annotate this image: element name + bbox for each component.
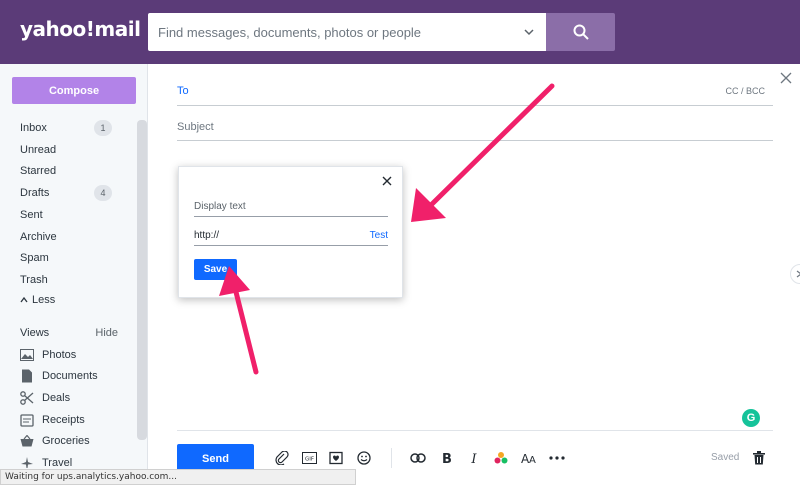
sidebar-item-label: Drafts [20, 187, 50, 199]
plane-icon [21, 457, 33, 468]
view-label: Groceries [42, 435, 90, 447]
sidebar-item-label: Trash [20, 274, 48, 286]
search-icon [573, 24, 589, 40]
less-label: Less [32, 294, 56, 306]
text-color-icon[interactable] [493, 450, 509, 466]
sidebar-item-label: Unread [20, 144, 57, 156]
more-options-icon[interactable] [549, 450, 565, 466]
chevron-right-icon [796, 270, 800, 278]
svg-text:B: B [442, 452, 452, 465]
font-size-icon[interactable]: AA [521, 450, 537, 466]
basket-icon [20, 435, 34, 447]
sidebar-item-drafts[interactable]: Drafts 4 [20, 183, 116, 203]
sidebar-view-groceries[interactable]: Groceries [20, 431, 130, 451]
chevron-up-icon [20, 296, 28, 303]
toolbar-separator [391, 448, 392, 468]
sidebar-item-starred[interactable]: Starred [20, 161, 116, 181]
sidebar-item-sent[interactable]: Sent [20, 205, 116, 225]
top-header: yahoo!mail [0, 0, 800, 64]
photo-icon [20, 349, 34, 361]
sidebar-item-label: Sent [20, 209, 43, 221]
sidebar-view-receipts[interactable]: Receipts [20, 410, 130, 430]
views-label: Views [20, 327, 50, 339]
view-label: Photos [42, 349, 77, 361]
browser-status-bar: Waiting for ups.analytics.yahoo.com... [0, 469, 356, 485]
sidebar-item-archive[interactable]: Archive [20, 227, 116, 247]
search-input[interactable] [148, 13, 518, 51]
scissors-icon [20, 391, 34, 405]
view-label: Documents [42, 370, 98, 382]
save-link-button[interactable]: Save [194, 259, 237, 280]
trash-icon[interactable] [751, 450, 767, 466]
sidebar-item-trash[interactable]: Trash [20, 270, 116, 290]
sidebar-view-photos[interactable]: Photos [20, 345, 130, 365]
view-label: Deals [42, 392, 71, 404]
document-icon [22, 369, 32, 383]
view-label: Receipts [42, 414, 85, 426]
to-field[interactable]: To CC / BCC [177, 82, 773, 106]
unread-count-badge: 1 [94, 120, 112, 136]
bold-icon[interactable]: B [439, 450, 455, 466]
search-box [148, 13, 546, 51]
to-label: To [177, 85, 189, 97]
emoji-icon[interactable] [356, 450, 372, 466]
grammarly-icon[interactable]: G [742, 409, 760, 427]
chevron-down-icon[interactable] [522, 25, 536, 39]
sidebar-item-spam[interactable]: Spam [20, 248, 116, 268]
gif-icon[interactable]: GIF [301, 450, 317, 466]
cc-bcc-toggle[interactable]: CC / BCC [725, 86, 765, 96]
views-hide-link[interactable]: Hide [95, 327, 118, 339]
yahoo-mail-window: yahoo!mail Compose Inbox 1 Unread Starre… [0, 0, 800, 485]
test-link-button[interactable]: Test [370, 230, 388, 241]
sidebar-scrollbar[interactable] [137, 120, 147, 440]
url-input[interactable]: http:// Test [194, 226, 388, 246]
sidebar-view-documents[interactable]: Documents [20, 366, 130, 386]
sidebar-item-inbox[interactable]: Inbox 1 [20, 118, 116, 138]
views-header: Views Hide [20, 327, 118, 339]
attach-icon[interactable] [274, 450, 290, 466]
url-value: http:// [194, 230, 220, 241]
sidebar-item-label: Starred [20, 165, 57, 177]
sidebar-item-label: Inbox [20, 122, 47, 134]
drafts-count-badge: 4 [94, 185, 112, 201]
yahoo-mail-logo[interactable]: yahoo!mail [20, 17, 141, 41]
receipt-icon [20, 414, 34, 427]
sidebar-item-unread[interactable]: Unread [20, 140, 116, 160]
view-label: Travel [42, 457, 73, 469]
svg-text:I: I [470, 452, 477, 465]
italic-icon[interactable]: I [466, 450, 482, 466]
svg-text:A: A [529, 455, 536, 465]
sidebar-view-deals[interactable]: Deals [20, 388, 130, 408]
sidebar-item-label: Archive [20, 231, 57, 243]
sidebar-less-toggle[interactable]: Less [20, 294, 55, 306]
sidebar: Compose Inbox 1 Unread Starred Drafts 4 … [0, 64, 148, 485]
toolbar-divider [177, 430, 773, 431]
svg-text:GIF: GIF [304, 457, 313, 463]
compose-button[interactable]: Compose [12, 77, 136, 104]
close-icon[interactable] [382, 176, 392, 186]
expand-panel-button[interactable] [790, 264, 800, 284]
subject-label: Subject [177, 121, 214, 133]
sidebar-item-label: Spam [20, 252, 49, 264]
close-icon[interactable] [780, 72, 792, 84]
subject-field[interactable]: Subject [177, 117, 773, 141]
link-icon[interactable] [410, 450, 426, 466]
sticker-icon[interactable] [328, 450, 344, 466]
saved-status: Saved [711, 452, 740, 463]
search-button[interactable] [546, 13, 615, 51]
insert-link-dialog: Display text http:// Test Save [178, 166, 403, 298]
display-text-input[interactable]: Display text [194, 197, 388, 217]
